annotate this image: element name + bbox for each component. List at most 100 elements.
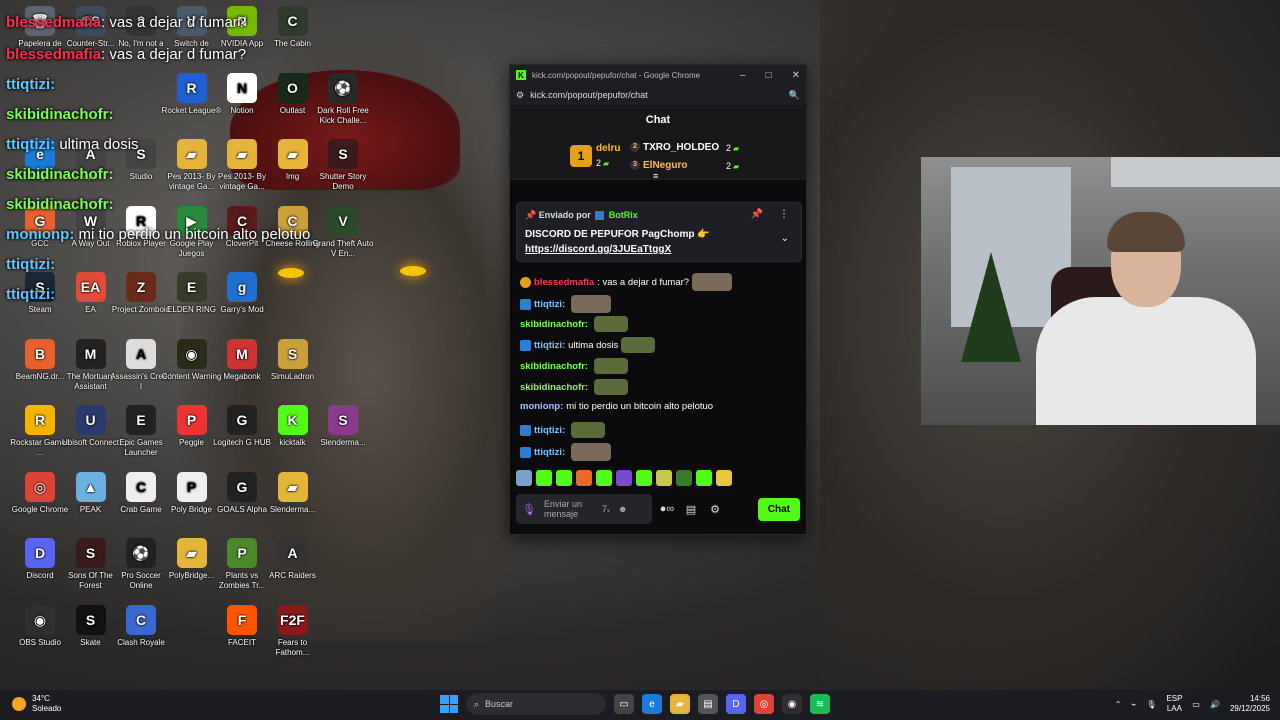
start-button[interactable] <box>440 695 458 713</box>
quick-emote[interactable] <box>536 470 552 486</box>
pinned-bot-name[interactable]: BotRix <box>609 210 638 220</box>
emoji-icon[interactable]: ☻ <box>618 504 627 514</box>
app-icon: P <box>176 471 207 502</box>
collapse-icon[interactable]: ≡ <box>653 171 658 181</box>
desktop-icon-label: The Cabin <box>274 39 311 48</box>
task-view-icon[interactable]: ▭ <box>614 694 634 714</box>
mic-icon[interactable]: 🎙 <box>522 503 536 516</box>
quick-emote[interactable] <box>616 470 632 486</box>
minimize-icon[interactable]: – <box>740 70 746 81</box>
discord-icon[interactable]: D <box>726 694 746 714</box>
mic-tray-icon[interactable]: 🎙 <box>1146 700 1156 709</box>
quick-emote[interactable] <box>696 470 712 486</box>
leader-third-name[interactable]: 3 ElNeguro <box>630 160 687 171</box>
chat-username[interactable]: blessedmafia <box>534 277 594 288</box>
app-icon: D <box>25 538 55 568</box>
pin-icon[interactable]: 📌 <box>751 209 763 220</box>
edge-icon[interactable]: e <box>642 694 662 714</box>
quick-emote[interactable] <box>656 470 672 486</box>
quick-emote[interactable] <box>516 470 532 486</box>
gift-icon[interactable]: ▤ <box>682 503 700 516</box>
file-explorer-icon[interactable]: ▰ <box>670 694 690 714</box>
app-icon: K <box>277 405 308 435</box>
chat-username[interactable]: ttiqtizi: <box>534 447 565 458</box>
desktop-icon[interactable]: ⚽ Dark Roll Free Kick Challe... <box>311 72 375 126</box>
volume-icon[interactable]: 🔊 <box>1210 700 1220 709</box>
more-options-icon[interactable]: ⋮ <box>779 209 789 220</box>
translate-icon[interactable]: 7ₓ <box>602 504 610 514</box>
send-chat-button[interactable]: Chat <box>757 497 800 521</box>
gem-icon: ▰ <box>733 162 740 171</box>
chat-emote <box>571 422 606 438</box>
desktop-icon[interactable]: C Clash Royale <box>109 604 173 648</box>
app-icon: B <box>25 338 55 369</box>
spotify-icon[interactable]: ≋ <box>810 694 830 714</box>
desktop-icon[interactable]: F2F Fears to Fathom... <box>261 604 325 658</box>
close-icon[interactable]: ✕ <box>792 70 800 81</box>
app-icon: S <box>277 338 308 369</box>
network-icon[interactable]: ⌁ <box>1131 700 1136 709</box>
weather-widget[interactable]: 34°C Soleado <box>12 694 61 714</box>
zoom-icon[interactable]: 🔍 <box>789 90 800 101</box>
app-icon: M <box>75 338 106 369</box>
quick-emote[interactable] <box>596 470 612 486</box>
chat-username[interactable]: ttiqtizi: <box>534 340 565 351</box>
chat-message[interactable]: ttiqtizi: ultima dosis <box>520 337 656 353</box>
chat-message[interactable]: ttiqtizi: <box>520 443 612 461</box>
desktop-icon[interactable]: V Grand Theft Auto V En... <box>311 205 375 259</box>
chat-username[interactable]: monionp: <box>520 401 563 412</box>
store-icon[interactable]: ▤ <box>698 694 718 714</box>
pinned-link[interactable]: https://discord.gg/3JUEaTtggX <box>525 244 671 255</box>
quick-emote[interactable] <box>676 470 692 486</box>
tray-chevron-icon[interactable]: ⌃ <box>1115 700 1122 709</box>
chat-username[interactable]: ttiqtizi: <box>534 425 565 436</box>
chat-message[interactable]: ttiqtizi: <box>520 422 606 438</box>
site-info-icon[interactable]: ⚙ <box>516 90 524 101</box>
app-icon: ◎ <box>25 471 55 502</box>
desktop-icon[interactable]: C The Cabin <box>261 6 325 49</box>
desktop-icon[interactable]: S SimuLadron <box>261 338 325 382</box>
quick-emote[interactable] <box>636 470 652 486</box>
desktop-icon[interactable]: A ARC Raiders <box>261 538 325 581</box>
display-icon[interactable]: ▭ <box>1192 700 1200 709</box>
desktop-icon[interactable]: S Shutter Story Demo <box>311 139 375 192</box>
leader-first-name[interactable]: delru <box>596 143 620 154</box>
taskbar-search[interactable]: ⌕ Buscar <box>466 693 606 715</box>
chrome-icon[interactable]: ◎ <box>754 694 774 714</box>
users-icon[interactable]: ●∞ <box>658 503 676 515</box>
app-icon: M <box>227 338 257 369</box>
desktop-icon[interactable]: S Slenderma... <box>311 405 375 448</box>
chat-username[interactable]: ttiqtizi: <box>534 299 565 310</box>
chat-username[interactable]: skibidinachofr: <box>520 361 588 372</box>
pinned-message[interactable]: 📌 Enviado por BotRix 📌 ⋮ DISCORD DE PEPU… <box>516 202 802 262</box>
chat-message[interactable]: blessedmafia: vas a dejar d fumar? <box>520 273 733 291</box>
message-input[interactable]: 🎙 Enviar un mensaje 7ₓ ☻ <box>516 494 652 524</box>
overlay-chat-line: skibidinachofr: <box>6 196 114 213</box>
desktop-icon[interactable]: g Garry's Mod <box>210 272 274 315</box>
chrome-popup-window[interactable]: K kick.com/popout/pepufor/chat - Google … <box>509 64 807 535</box>
maximize-icon[interactable]: □ <box>766 70 772 81</box>
chat-message[interactable]: monionp: mi tio perdio un bitcoin alto p… <box>520 401 713 412</box>
chat-username[interactable]: skibidinachofr: <box>520 319 588 330</box>
chat-message[interactable]: ttiqtizi: <box>520 295 612 313</box>
desktop-icon-label: Shutter Story Demo <box>319 172 367 191</box>
clock[interactable]: 14:56 29/12/2025 <box>1230 694 1270 714</box>
obs-icon[interactable]: ◉ <box>782 694 802 714</box>
settings-gear-icon[interactable]: ⚙ <box>706 503 724 516</box>
chat-message[interactable]: skibidinachofr: <box>520 379 629 395</box>
quick-emote[interactable] <box>576 470 592 486</box>
window-titlebar[interactable]: K kick.com/popout/pepufor/chat - Google … <box>510 65 806 85</box>
language-indicator[interactable]: ESP LAA <box>1166 694 1182 714</box>
chat-username[interactable]: skibidinachofr: <box>520 382 588 393</box>
quick-emote[interactable] <box>716 470 732 486</box>
chevron-down-icon[interactable]: ⌄ <box>781 233 789 244</box>
leader-second-name[interactable]: 2 TXRO_HOLDEO <box>630 142 719 153</box>
chat-input-row: 🎙 Enviar un mensaje 7ₓ ☻ ●∞ ▤ ⚙ Chat <box>516 493 800 525</box>
quick-emote[interactable] <box>556 470 572 486</box>
chat-message[interactable]: skibidinachofr: <box>520 316 629 332</box>
chat-message[interactable]: skibidinachofr: <box>520 358 629 374</box>
desktop-icon[interactable]: ▰ Slenderma... <box>261 471 325 515</box>
address-bar[interactable]: ⚙ kick.com/popout/pepufor/chat 🔍 <box>510 85 806 105</box>
desktop-icon-label: SimuLadron <box>270 371 315 381</box>
url-text[interactable]: kick.com/popout/pepufor/chat <box>530 90 648 100</box>
